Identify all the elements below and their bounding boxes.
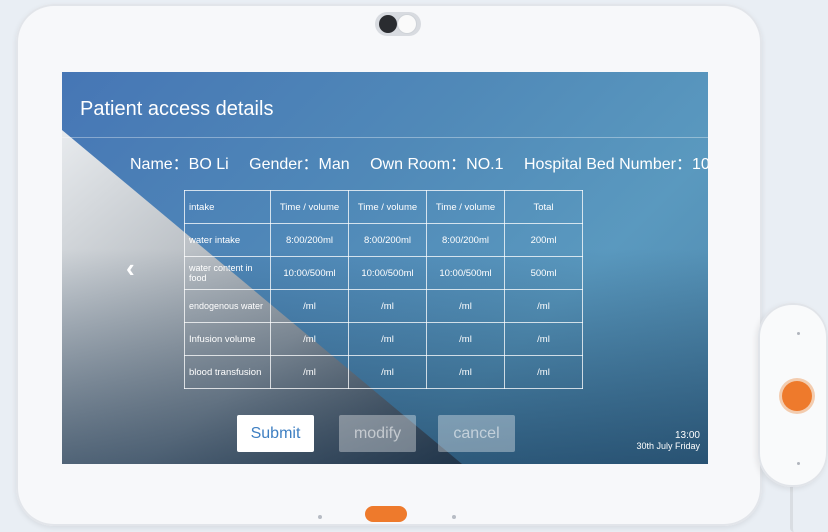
- table-cell-total: /ml: [504, 289, 583, 323]
- table-header-cell: Time / volume: [426, 190, 505, 224]
- table-header-row: intake Time / volume Time / volume Time …: [184, 190, 583, 224]
- table-row: water intake 8:00/200ml 8:00/200ml 8:00/…: [184, 223, 583, 257]
- row-label: endogenous water: [184, 289, 271, 323]
- table-cell-total: 500ml: [504, 256, 583, 290]
- table-header-cell: Time / volume: [348, 190, 427, 224]
- handset-dot-top: [797, 332, 800, 335]
- indicator-dot-right: [452, 515, 456, 519]
- table-cell-total: /ml: [504, 322, 583, 356]
- patient-bed: Hospital Bed Number：101-1: [523, 156, 708, 173]
- table-row: endogenous water /ml /ml /ml /ml: [184, 289, 583, 323]
- table-header-cell: intake: [184, 190, 271, 224]
- chevron-left-icon[interactable]: ‹: [126, 255, 135, 281]
- patient-room: Own Room：NO.1: [370, 156, 504, 173]
- row-label: blood transfusion: [184, 355, 271, 389]
- call-button[interactable]: [782, 381, 812, 411]
- table-cell[interactable]: /ml: [348, 289, 427, 323]
- table-header-cell: Total: [504, 190, 583, 224]
- table-cell[interactable]: /ml: [426, 355, 505, 389]
- table-cell[interactable]: /ml: [426, 322, 505, 356]
- row-label: water intake: [184, 223, 271, 257]
- table-cell[interactable]: 8:00/200ml: [270, 223, 349, 257]
- table-cell-total: /ml: [504, 355, 583, 389]
- intake-table: intake Time / volume Time / volume Time …: [184, 190, 583, 389]
- indicator-dot-left: [318, 515, 322, 519]
- patient-info: Name：BO Li Gender：Man Own Room：NO.1 Hosp…: [130, 150, 708, 174]
- clock-date: 30th July Friday: [636, 441, 700, 451]
- table-cell[interactable]: 10:00/500ml: [270, 256, 349, 290]
- row-label: water content in food: [184, 256, 271, 290]
- page-title: Patient access details: [80, 98, 274, 120]
- title-divider: [62, 137, 708, 138]
- patient-name: Name：BO Li: [130, 156, 229, 173]
- clock-time: 13:00: [674, 430, 700, 441]
- screen: Patient access details Name：BO Li Gender…: [62, 72, 708, 464]
- handset-dot-bottom: [797, 462, 800, 465]
- table-cell[interactable]: /ml: [426, 289, 505, 323]
- home-button[interactable]: [365, 506, 407, 522]
- patient-gender: Gender：Man: [249, 156, 350, 173]
- table-header-cell: Time / volume: [270, 190, 349, 224]
- table-cell[interactable]: 10:00/500ml: [426, 256, 505, 290]
- table-row: water content in food 10:00/500ml 10:00/…: [184, 256, 583, 290]
- table-cell-total: 200ml: [504, 223, 583, 257]
- table-cell[interactable]: /ml: [348, 322, 427, 356]
- table-cell[interactable]: 8:00/200ml: [426, 223, 505, 257]
- clock: 13:00 30th July Friday: [636, 430, 700, 452]
- table-row: Infusion volume /ml /ml /ml /ml: [184, 322, 583, 356]
- table-cell[interactable]: /ml: [270, 322, 349, 356]
- table-cell[interactable]: /ml: [270, 289, 349, 323]
- table-cell[interactable]: /ml: [270, 355, 349, 389]
- table-row: blood transfusion /ml /ml /ml /ml: [184, 355, 583, 389]
- camera-icon: [379, 15, 397, 33]
- table-cell[interactable]: /ml: [348, 355, 427, 389]
- row-label: Infusion volume: [184, 322, 271, 356]
- table-cell[interactable]: 8:00/200ml: [348, 223, 427, 257]
- table-cell[interactable]: 10:00/500ml: [348, 256, 427, 290]
- camera-privacy-slider[interactable]: [398, 15, 416, 33]
- submit-button[interactable]: Submit: [237, 415, 314, 452]
- modify-button[interactable]: modify: [339, 415, 416, 452]
- cancel-button[interactable]: cancel: [438, 415, 515, 452]
